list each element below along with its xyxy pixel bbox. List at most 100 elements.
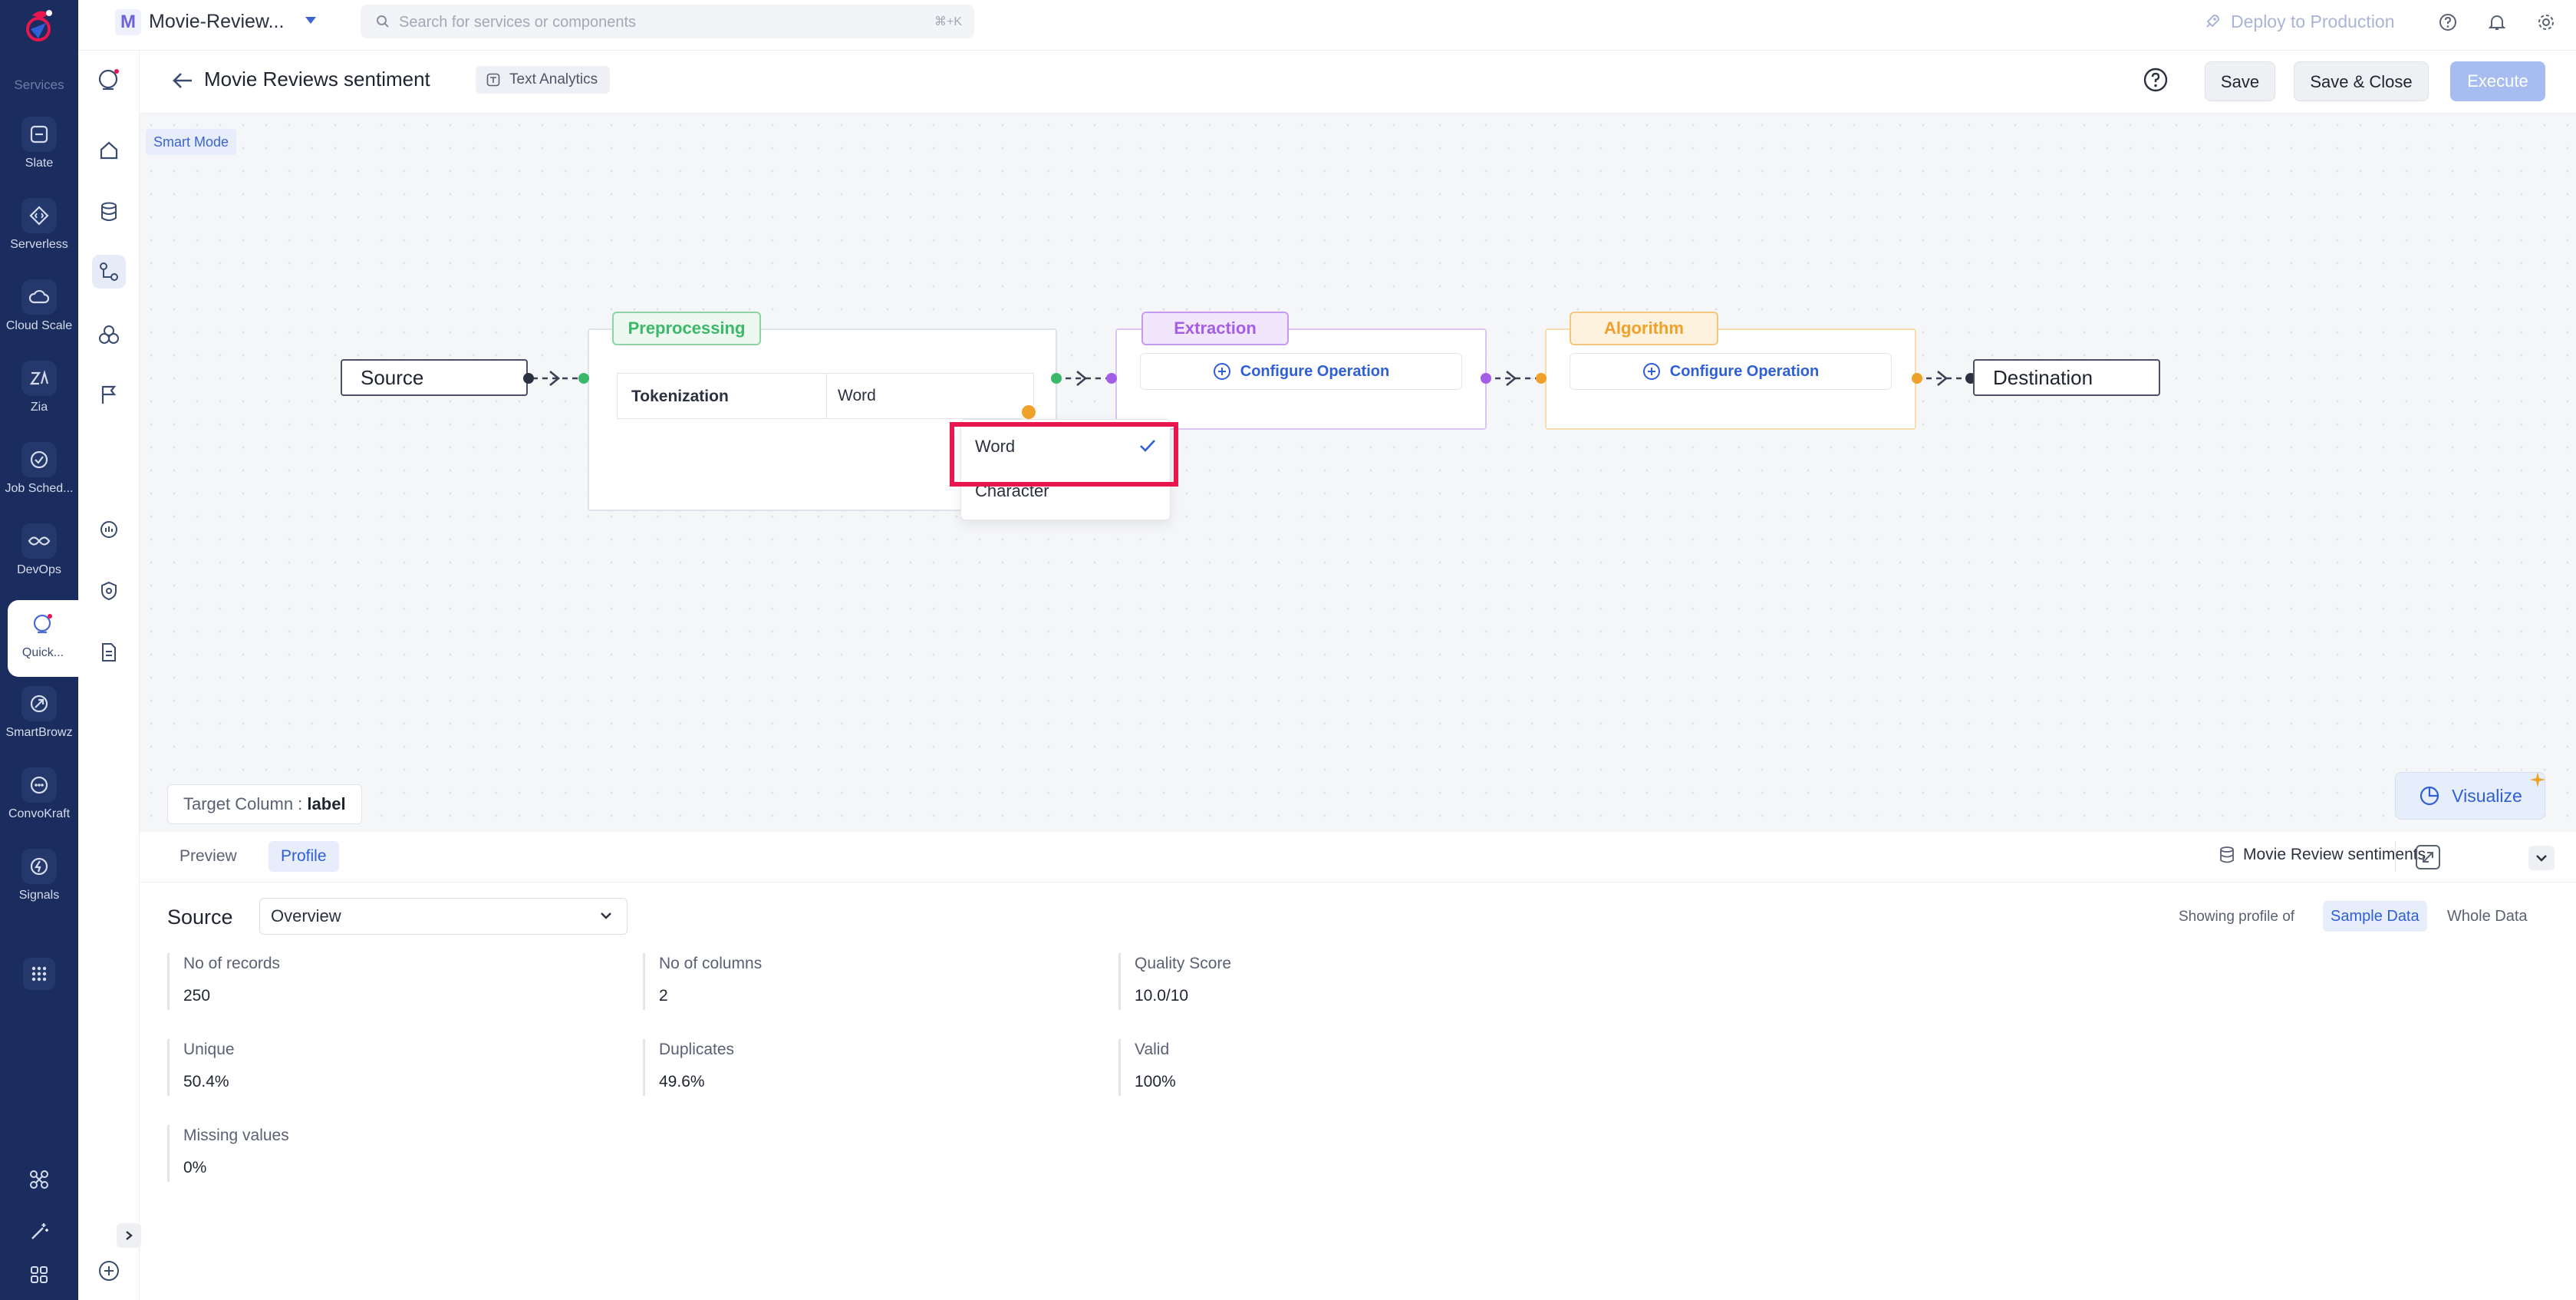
job-scheduling-icon — [21, 442, 57, 477]
rail-label: Quick... — [21, 646, 64, 659]
stat-no-of-columns: No of columns 2 — [643, 953, 762, 1010]
chip-label: Text Analytics — [509, 71, 598, 87]
tokenization-select[interactable]: Word — [826, 374, 1035, 418]
rail-item-slate[interactable]: Slate — [0, 117, 78, 193]
add-circle-icon[interactable] — [92, 1254, 126, 1288]
deploy-label: Deploy to Production — [2231, 11, 2395, 31]
whole-data-toggle[interactable]: Whole Data — [2439, 901, 2535, 932]
back-arrow-icon[interactable] — [170, 69, 195, 92]
source-node[interactable]: Source — [341, 359, 528, 396]
destination-node[interactable]: Destination — [1973, 359, 2160, 396]
tab-profile[interactable]: Profile — [268, 841, 339, 872]
bell-icon[interactable] — [2484, 9, 2510, 35]
rail-item-zia[interactable]: Zia — [0, 361, 78, 437]
stat-label: Valid — [1135, 1041, 1170, 1058]
rail-item-devops[interactable]: DevOps — [0, 523, 78, 600]
visualize-label: Visualize — [2452, 785, 2522, 806]
sample-data-toggle[interactable]: Sample Data — [2323, 901, 2427, 932]
deploy-to-production-button[interactable]: Deploy to Production — [2203, 8, 2395, 35]
search-placeholder: Search for services or components — [399, 14, 637, 31]
extraction-configure-operation-button[interactable]: Configure Operation — [1140, 353, 1462, 390]
project-badge[interactable]: M — [115, 9, 141, 35]
page-header: Movie Reviews sentiment Text Analytics S… — [140, 51, 2576, 114]
algorithm-input-port[interactable] — [1536, 373, 1547, 384]
collapse-panel-icon[interactable] — [2528, 846, 2555, 870]
showing-profile-of-label: Showing profile of — [2179, 909, 2295, 925]
database-icon[interactable] — [92, 195, 126, 229]
tokenization-row: Tokenization Word — [617, 373, 1034, 419]
rail-label: SmartBrowz — [5, 726, 73, 739]
integrations-icon[interactable] — [23, 1163, 55, 1196]
top-bar: M Movie-Review... Search for services or… — [78, 0, 2576, 51]
rail-label: Zia — [30, 401, 48, 414]
cloud-scale-icon — [21, 279, 57, 315]
project-name[interactable]: Movie-Review... — [149, 11, 284, 33]
expand-icon[interactable] — [2415, 844, 2441, 870]
rail-item-cloud-scale[interactable]: Cloud Scale — [0, 279, 78, 356]
text-analytics-chip: Text Analytics — [476, 66, 611, 94]
selection-highlight — [950, 422, 1178, 487]
rail-item-signals[interactable]: Signals — [0, 849, 78, 926]
stat-unique: Unique 50.4% — [167, 1039, 235, 1096]
quickml-logo-icon[interactable] — [92, 63, 126, 97]
rail-item-smartbrowz[interactable]: SmartBrowz — [0, 686, 78, 763]
all-services-grid-icon[interactable] — [23, 958, 55, 990]
preprocessing-title: Preprocessing — [612, 312, 761, 345]
rail-item-convokraft[interactable]: ConvoKraft — [0, 767, 78, 844]
rail-label: ConvoKraft — [8, 807, 71, 820]
rail-item-job-scheduling[interactable]: Job Sched... — [0, 442, 78, 519]
preprocessing-input-port[interactable] — [578, 373, 589, 384]
pipeline-connectors — [532, 370, 1968, 387]
stat-value: 250 — [183, 987, 211, 1005]
expand-sidebar-button[interactable] — [117, 1223, 141, 1248]
document-icon[interactable] — [92, 635, 126, 669]
target-column-label: Target Column : — [183, 794, 303, 813]
save-button[interactable]: Save — [2205, 61, 2275, 101]
rail-item-quickml[interactable]: Quick... — [8, 600, 78, 677]
gear-icon[interactable] — [2533, 9, 2559, 35]
quickml-side-nav — [78, 51, 140, 1300]
zia-icon — [21, 361, 57, 396]
rail-label: Cloud Scale — [5, 319, 73, 332]
shield-check-icon[interactable] — [92, 574, 126, 608]
rail-label: DevOps — [17, 563, 61, 576]
search-input[interactable]: Search for services or components ⌘+K — [361, 5, 974, 38]
serverless-icon — [21, 198, 57, 233]
algorithm-output-port[interactable] — [1912, 373, 1922, 384]
execute-button[interactable]: Execute — [2450, 61, 2545, 101]
extraction-input-port[interactable] — [1106, 373, 1117, 384]
preprocessing-output-port[interactable] — [1051, 373, 1062, 384]
services-heading: Services — [14, 78, 64, 92]
visualize-button[interactable]: Visualize — [2395, 772, 2545, 820]
analytics-icon[interactable] — [92, 513, 126, 546]
chevron-down-icon[interactable] — [305, 17, 316, 24]
pipeline-icon[interactable] — [92, 255, 126, 289]
save-and-close-button[interactable]: Save & Close — [2294, 61, 2429, 101]
models-icon[interactable] — [92, 318, 126, 351]
flag-icon[interactable] — [92, 378, 126, 411]
target-column-indicator[interactable]: Target Column : label — [167, 784, 362, 824]
edit-icon[interactable] — [1020, 404, 1037, 421]
stat-label: Unique — [183, 1041, 235, 1058]
database-icon — [2220, 846, 2234, 863]
home-icon[interactable] — [92, 134, 126, 167]
sparkle-icon — [2530, 772, 2545, 787]
stat-quality-score: Quality Score 10.0/10 — [1118, 953, 1231, 1010]
help-icon[interactable] — [2435, 9, 2461, 35]
tab-preview[interactable]: Preview — [167, 841, 249, 872]
tokenization-label: Tokenization — [631, 388, 729, 405]
stat-value: 49.6% — [659, 1073, 705, 1090]
pipeline-canvas[interactable]: Smart Mode Source Tokenization Word Prep… — [140, 114, 2576, 832]
magic-wand-icon[interactable] — [23, 1216, 55, 1248]
extraction-output-port[interactable] — [1481, 373, 1491, 384]
stat-missing-values: Missing values 0% — [167, 1125, 289, 1182]
rail-label: Slate — [25, 157, 54, 170]
source-port[interactable] — [523, 373, 534, 384]
rail-item-serverless[interactable]: Serverless — [0, 198, 78, 275]
profile-view-select[interactable]: Overview — [259, 898, 628, 935]
help-icon[interactable] — [2142, 66, 2169, 94]
app-switcher-icon[interactable] — [23, 1259, 55, 1291]
catalyst-logo-icon[interactable] — [18, 6, 58, 46]
profile-section-title: Source — [167, 906, 233, 929]
algorithm-configure-operation-button[interactable]: Configure Operation — [1570, 353, 1892, 390]
